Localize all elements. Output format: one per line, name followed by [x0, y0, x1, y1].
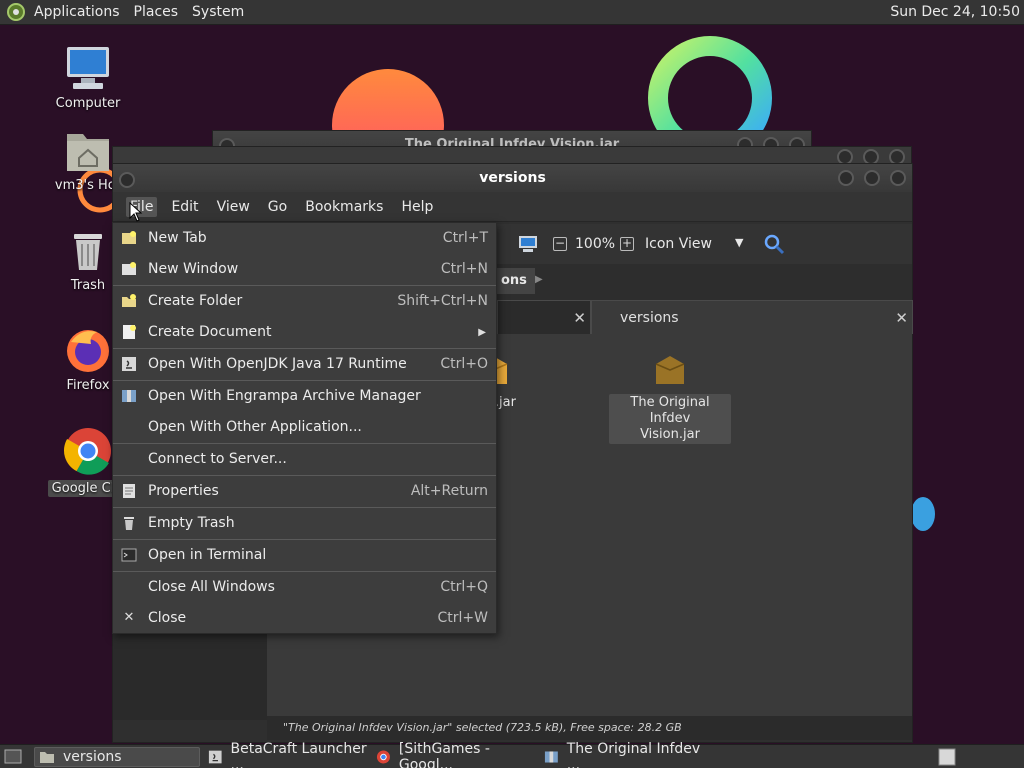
- menubar: File Edit View Go Bookmarks Help: [113, 192, 912, 222]
- desktop-icon-label: Computer: [55, 96, 121, 111]
- maximize-button[interactable]: [864, 170, 880, 186]
- menu-item-new-tab[interactable]: New Tab Ctrl+T: [113, 223, 496, 253]
- zoom-out-icon[interactable]: −: [553, 237, 567, 251]
- file-item-selected[interactable]: The Original Infdev Vision.jar: [609, 350, 731, 444]
- tab-versions[interactable]: versions ✕: [591, 300, 913, 334]
- new-tab-icon: [122, 231, 136, 244]
- search-icon[interactable]: [763, 233, 785, 255]
- taskbar-item-jar[interactable]: The Original Infdev ...: [540, 741, 706, 768]
- taskbar-item-chrome[interactable]: [SithGames - Googl...: [372, 741, 538, 768]
- close-icon: ✕: [123, 610, 135, 625]
- menu-item-close[interactable]: ✕ Close Ctrl+W: [113, 603, 496, 633]
- menu-bookmarks[interactable]: Bookmarks: [305, 199, 383, 215]
- menu-item-open-with-other[interactable]: Open With Other Application...: [113, 412, 496, 442]
- folder-icon: [40, 752, 54, 763]
- window-title: versions: [479, 170, 546, 186]
- menu-edit[interactable]: Edit: [171, 199, 198, 215]
- minimize-button[interactable]: [838, 170, 854, 186]
- close-button[interactable]: [890, 170, 906, 186]
- applications-menu[interactable]: Applications: [34, 4, 120, 20]
- terminal-icon: [121, 548, 137, 562]
- computer-icon: [67, 47, 109, 89]
- mate-logo-icon[interactable]: [6, 2, 26, 22]
- menu-item-create-document[interactable]: Create Document ▶: [113, 317, 496, 347]
- menu-item-close-all-windows[interactable]: Close All Windows Ctrl+Q: [113, 572, 496, 602]
- tab-label: versions: [620, 310, 679, 326]
- workspace-switcher-icon[interactable]: [938, 748, 956, 766]
- menu-item-open-in-terminal[interactable]: Open in Terminal: [113, 540, 496, 570]
- trash-icon: [124, 517, 134, 530]
- chrome-icon: [63, 428, 111, 475]
- menu-help[interactable]: Help: [401, 199, 433, 215]
- archive-icon: [122, 390, 136, 402]
- file-menu-popup: New Tab Ctrl+T New Window Ctrl+N Create …: [112, 222, 497, 634]
- chrome-icon: [376, 750, 390, 764]
- menu-item-open-with-java[interactable]: Open With OpenJDK Java 17 Runtime Ctrl+O: [113, 349, 496, 379]
- desktop-icon-computer[interactable]: Computer: [40, 44, 136, 111]
- document-new-icon: [123, 325, 136, 339]
- firefox-icon: [67, 330, 109, 372]
- show-desktop-icon[interactable]: [4, 748, 22, 765]
- java-icon: [122, 357, 136, 371]
- computer-location-icon[interactable]: [517, 235, 539, 253]
- status-bar: "The Original Infdev Vision.jar" selecte…: [267, 716, 912, 740]
- file-name: The Original Infdev Vision.jar: [609, 394, 731, 444]
- taskbar-item-versions[interactable]: versions: [34, 747, 200, 767]
- clock[interactable]: Sun Dec 24, 10:50: [890, 4, 1020, 20]
- trash-icon: [74, 234, 102, 270]
- menu-item-create-folder[interactable]: Create Folder Shift+Ctrl+N: [113, 286, 496, 316]
- tab-other[interactable]: ✕: [497, 300, 591, 334]
- system-menu[interactable]: System: [192, 4, 244, 20]
- java-icon: [208, 750, 222, 764]
- bottom-panel: versions BetaCraft Launcher ... [SithGam…: [0, 741, 1024, 768]
- mouse-pointer-icon: [129, 202, 143, 222]
- menu-item-new-window[interactable]: New Window Ctrl+N: [113, 254, 496, 284]
- window-titlebar[interactable]: versions: [113, 164, 912, 192]
- menu-go[interactable]: Go: [268, 199, 287, 215]
- close-icon[interactable]: ✕: [895, 301, 908, 335]
- chevron-right-icon[interactable]: ▶: [535, 274, 543, 285]
- desktop-icon-label: Trash: [70, 278, 106, 293]
- path-button-current[interactable]: ons: [493, 268, 535, 294]
- window-menu-button[interactable]: [119, 172, 135, 188]
- menu-view[interactable]: View: [217, 199, 250, 215]
- places-menu[interactable]: Places: [134, 4, 179, 20]
- archive-icon: [544, 751, 558, 763]
- menu-item-open-with-engrampa[interactable]: Open With Engrampa Archive Manager: [113, 381, 496, 411]
- view-mode-select[interactable]: Icon View: [645, 236, 712, 252]
- folder-new-icon: [122, 294, 136, 307]
- submenu-arrow-icon: ▶: [478, 326, 486, 338]
- home-folder-icon: [67, 134, 109, 171]
- close-icon[interactable]: ✕: [573, 301, 586, 335]
- chevron-down-icon[interactable]: ▼: [735, 236, 743, 249]
- menu-item-properties[interactable]: Properties Alt+Return: [113, 476, 496, 506]
- zoom-in-icon[interactable]: +: [620, 237, 634, 251]
- zoom-level: 100%: [575, 236, 616, 252]
- menu-item-empty-trash[interactable]: Empty Trash: [113, 508, 496, 538]
- desktop-icon-label: Firefox: [66, 378, 110, 393]
- new-window-icon: [122, 262, 136, 275]
- jar-file-icon: [655, 356, 685, 384]
- menu-item-connect-to-server[interactable]: Connect to Server...: [113, 444, 496, 474]
- properties-icon: [123, 484, 135, 498]
- taskbar-item-betacraft[interactable]: BetaCraft Launcher ...: [204, 741, 370, 768]
- top-panel: Applications Places System Sun Dec 24, 1…: [0, 0, 1024, 25]
